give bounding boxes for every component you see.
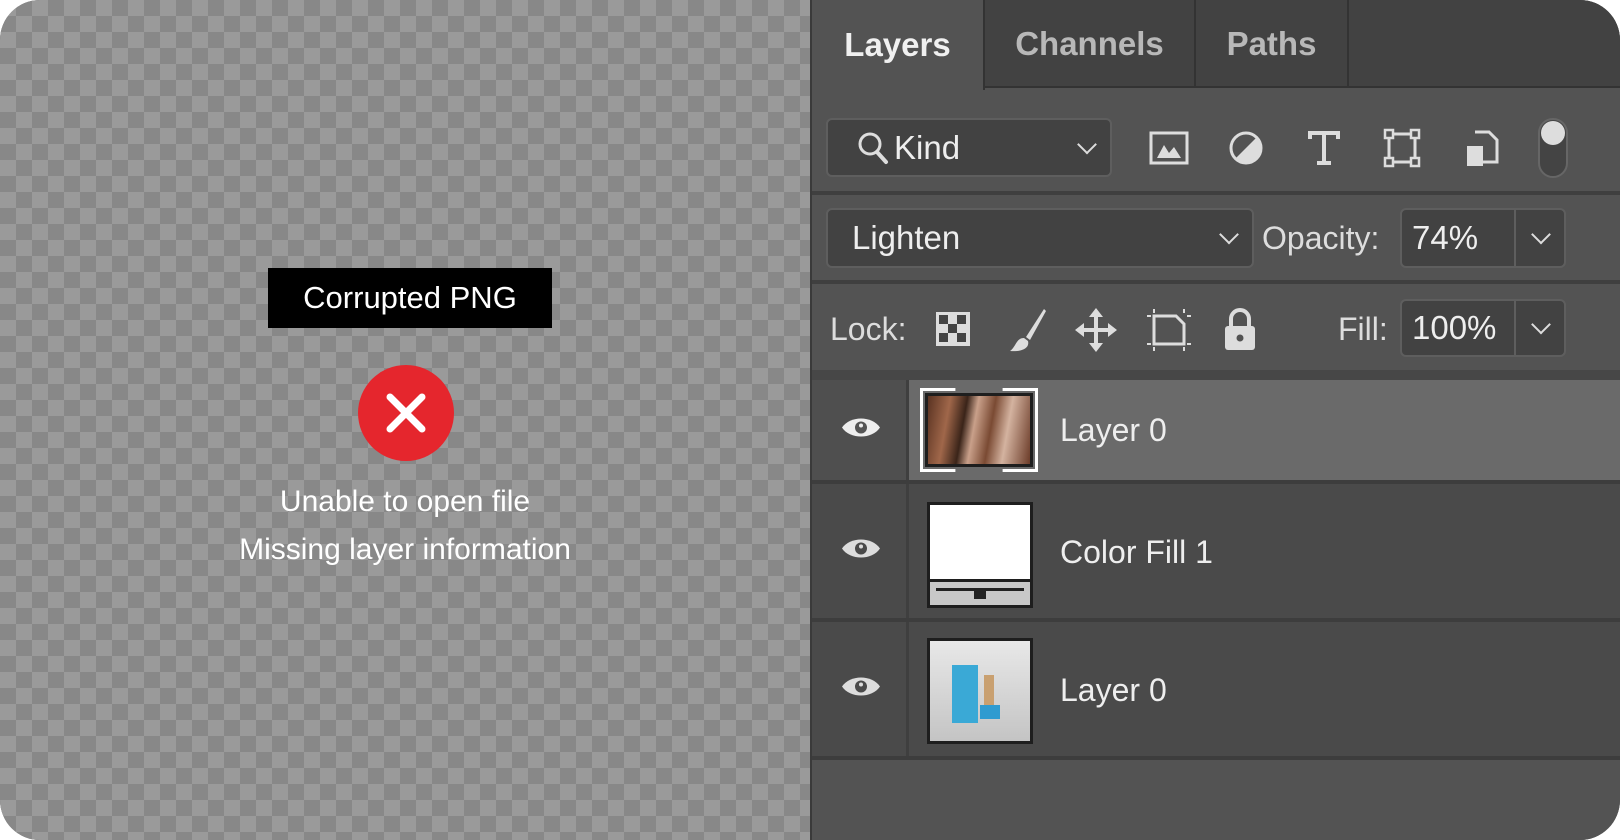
layer-name[interactable]: Layer 0 (1060, 412, 1167, 449)
filter-toggle[interactable] (1538, 118, 1568, 178)
lock-all-icon[interactable] (1222, 306, 1258, 352)
chevron-down-icon[interactable] (1531, 314, 1551, 335)
visibility-column (812, 622, 909, 756)
type-filter-icon[interactable] (1304, 128, 1344, 168)
tab-layers[interactable]: Layers (812, 0, 985, 90)
opacity-label: Opacity: (1262, 220, 1380, 256)
search-icon (856, 130, 890, 166)
adjustment-filter-icon[interactable] (1226, 128, 1266, 168)
fill-value: 100% (1412, 309, 1497, 346)
blend-mode-dropdown[interactable]: Lighten (826, 208, 1254, 268)
fill-field[interactable]: 100% (1400, 299, 1566, 357)
kind-filter-dropdown[interactable]: Kind (826, 118, 1112, 177)
eye-icon[interactable] (840, 535, 882, 568)
opacity-value: 74% (1412, 219, 1479, 256)
app-window: Corrupted PNG Unable to open file Missin… (0, 0, 1620, 840)
lock-image-pixels-icon[interactable] (1006, 306, 1050, 354)
image-filter-icon[interactable] (1148, 128, 1190, 168)
visibility-column (812, 484, 909, 618)
layer-row[interactable]: Layer 0 (812, 380, 1620, 484)
shape-filter-icon[interactable] (1382, 126, 1422, 170)
kind-label: Kind (894, 128, 961, 166)
divider (812, 191, 1620, 195)
opacity-field[interactable]: 74% (1400, 208, 1566, 268)
x-circle-icon (358, 365, 454, 461)
lock-position-icon[interactable] (1074, 307, 1118, 353)
layer-name[interactable]: Layer 0 (1060, 672, 1167, 709)
blend-mode-value: Lighten (852, 219, 961, 256)
lock-transparent-pixels-icon[interactable] (934, 310, 972, 348)
layer-thumbnail (925, 393, 1033, 467)
lock-artboard-icon[interactable] (1146, 308, 1192, 352)
divider (812, 280, 1620, 284)
lock-label: Lock: (830, 311, 907, 347)
divider (812, 370, 1620, 380)
layer-row[interactable]: Layer 0 (812, 622, 1620, 760)
error-title: Corrupted PNG (268, 268, 552, 328)
tab-channels[interactable]: Channels (985, 0, 1196, 88)
chevron-down-icon (1077, 134, 1097, 154)
panel-tabs: Layers Channels Paths (812, 0, 1620, 90)
fill-layer-thumbnail (927, 502, 1033, 608)
eye-icon[interactable] (840, 673, 882, 706)
error-message: Unable to open file (279, 485, 531, 518)
tab-paths[interactable]: Paths (1196, 0, 1349, 88)
layer-row[interactable]: Color Fill 1 (812, 484, 1620, 622)
chevron-down-icon[interactable] (1531, 224, 1551, 245)
fill-label: Fill: (1338, 311, 1388, 347)
layer-thumbnail (927, 638, 1033, 744)
layer-name[interactable]: Color Fill 1 (1060, 534, 1213, 571)
eye-icon[interactable] (840, 414, 882, 447)
smart-object-filter-icon[interactable] (1462, 126, 1502, 170)
canvas-area: Corrupted PNG Unable to open file Missin… (0, 0, 810, 840)
visibility-column (812, 380, 909, 480)
chevron-down-icon (1219, 224, 1239, 245)
error-detail: Missing layer information (239, 533, 571, 566)
layers-panel: Layers Channels Paths Kind Lighten Opaci… (810, 0, 1620, 840)
